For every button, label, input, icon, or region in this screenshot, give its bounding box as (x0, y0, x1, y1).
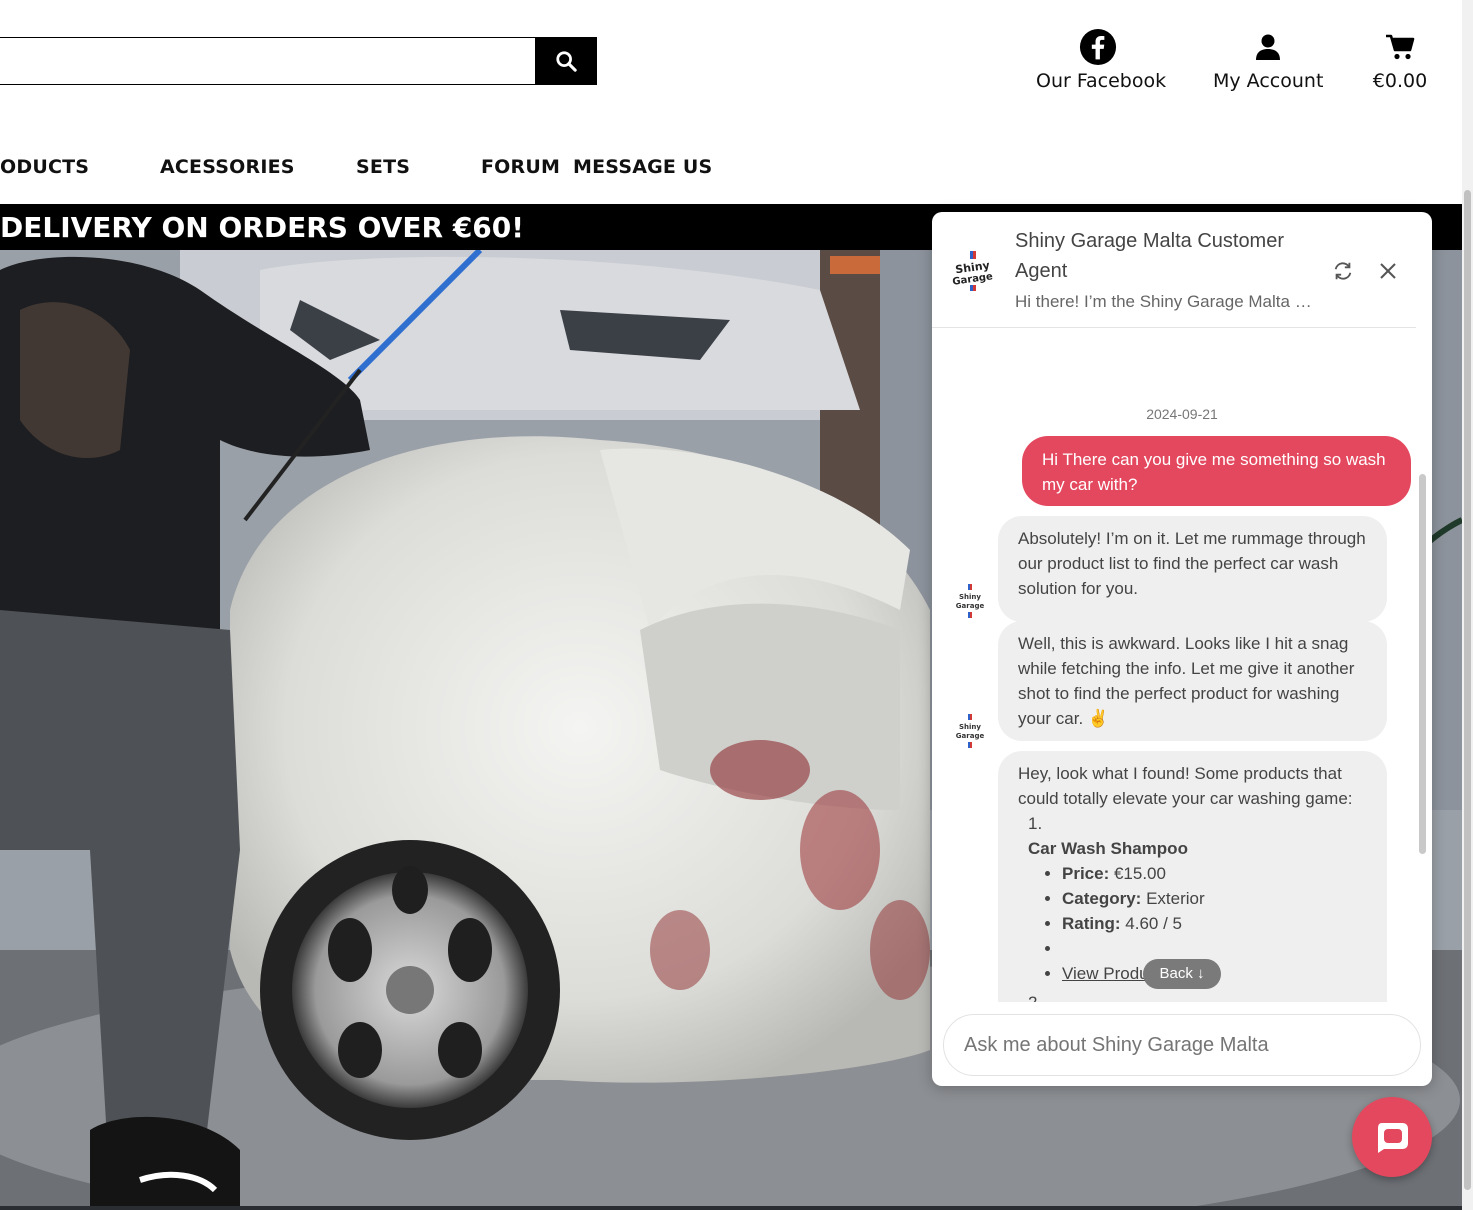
agent-avatar: Shiny Garage (950, 248, 996, 294)
agent-name: Shiny Garage Malta Customer Agent (1015, 230, 1285, 282)
nav-item-accessories[interactable]: ACESSORIES (160, 156, 295, 178)
svg-text:Shiny: Shiny (959, 723, 981, 731)
page-scrollbar-thumb[interactable] (1464, 190, 1471, 1190)
product-name: Car Wash Shampoo (1028, 839, 1188, 858)
nav-item-sets[interactable]: SETS (356, 156, 410, 178)
user-message: Hi There can you give me something so wa… (1022, 436, 1411, 506)
cart-total: €0.00 (1372, 70, 1428, 92)
nav-item-message-us[interactable]: MESSAGE US (573, 156, 712, 178)
my-account-label: My Account (1213, 70, 1324, 92)
refresh-icon (1334, 262, 1352, 280)
bot-message: Well, this is awkward. Looks like I hit … (998, 621, 1387, 741)
main-nav: ODUCTS ACESSORIES SETS FORUM MESSAGE US (0, 156, 900, 186)
product-category: Category: Exterior (1062, 886, 1367, 911)
page-bottom-edge (0, 1206, 1462, 1210)
cart-link[interactable]: €0.00 (1370, 26, 1430, 92)
product-index: 2. (1018, 990, 1367, 1002)
bot-avatar: Shiny Garage (956, 584, 984, 618)
product-rating: Rating: 4.60 / 5 (1062, 911, 1367, 936)
product-index: 1. (1028, 814, 1043, 833)
promo-text: DELIVERY ON ORDERS OVER €60! (0, 211, 525, 244)
chat-widget: Shiny Garage Shiny Garage Malta Customer… (932, 212, 1432, 1086)
agent-subtitle: Hi there! I’m the Shiny Garage Malta Cus… (1015, 292, 1315, 311)
chat-scrollbar-thumb[interactable] (1419, 474, 1426, 854)
chat-launcher-button[interactable] (1352, 1097, 1432, 1177)
chat-bubble-icon (1378, 1123, 1408, 1153)
facebook-icon (1079, 28, 1117, 66)
bot-message-intro: Hey, look what I found! Some products th… (1018, 764, 1353, 808)
shiny-garage-logo: Shiny Garage (952, 251, 994, 291)
date-separator: 2024-09-21 (1146, 406, 1218, 422)
facebook-link-label: Our Facebook (1036, 70, 1167, 92)
nav-item-forum[interactable]: FORUM (481, 156, 560, 178)
chat-messages[interactable]: 2024-09-21 Hi There can you give me some… (932, 328, 1416, 1002)
scroll-back-button[interactable]: Back ↓ (1143, 959, 1221, 989)
search-input[interactable] (0, 37, 537, 85)
svg-text:Garage: Garage (956, 732, 984, 740)
my-account-link[interactable]: My Account (1213, 26, 1323, 92)
svg-text:Garage: Garage (956, 602, 984, 610)
close-icon (1380, 263, 1396, 279)
chat-header: Shiny Garage Shiny Garage Malta Customer… (932, 212, 1432, 328)
nav-item-products[interactable]: ODUCTS (0, 156, 89, 178)
search-button[interactable] (535, 37, 597, 85)
close-chat-button[interactable] (1375, 258, 1401, 284)
product-empty-item (1062, 936, 1367, 961)
facebook-link[interactable]: Our Facebook (1036, 26, 1167, 92)
svg-text:Shiny: Shiny (959, 593, 981, 601)
product-price: Price: €15.00 (1062, 861, 1367, 886)
bot-avatar: Shiny Garage (956, 714, 984, 748)
refresh-chat-button[interactable] (1330, 258, 1356, 284)
shiny-garage-logo: Shiny Garage (956, 714, 984, 748)
user-icon (1256, 34, 1280, 60)
search-icon (556, 51, 577, 72)
cart-icon (1386, 34, 1415, 60)
chat-input[interactable] (943, 1014, 1421, 1076)
shiny-garage-logo: Shiny Garage (956, 584, 984, 618)
bot-message: Absolutely! I’m on it. Let me rummage th… (998, 516, 1387, 622)
